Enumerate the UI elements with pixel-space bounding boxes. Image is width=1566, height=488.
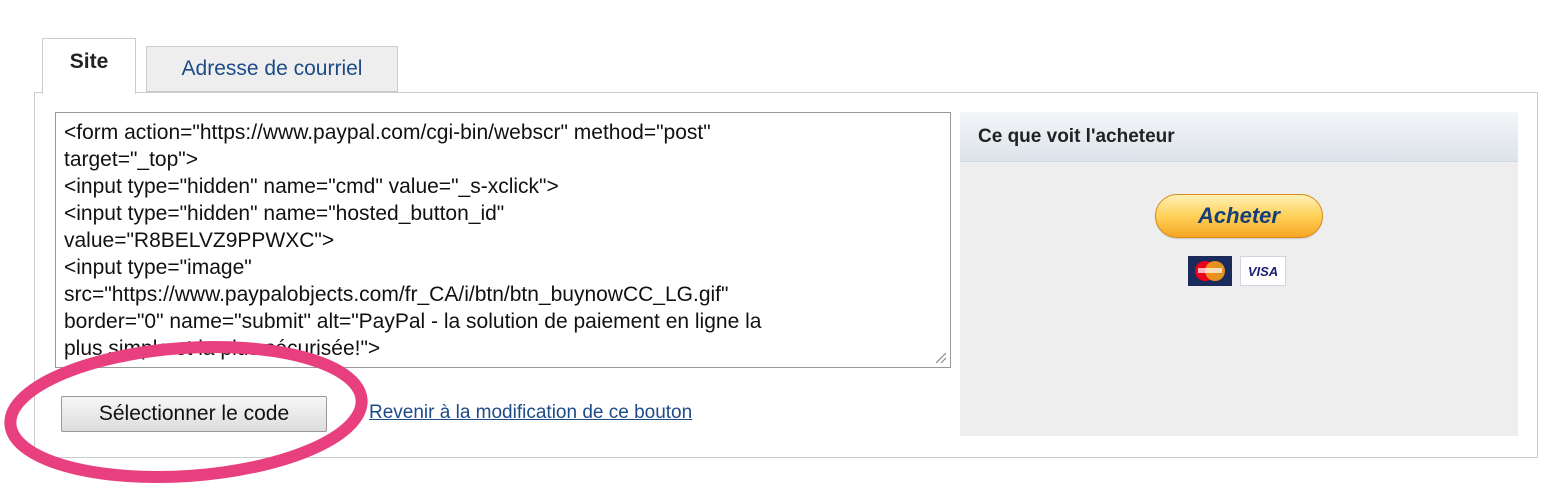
back-to-edit-link[interactable]: Revenir à la modification de ce bouton bbox=[369, 402, 692, 424]
card-logos: VISA bbox=[1188, 256, 1286, 286]
resize-grip-icon[interactable] bbox=[933, 350, 947, 364]
code-textarea[interactable]: <form action="https://www.paypal.com/cgi… bbox=[55, 112, 951, 368]
code-line: src="https://www.paypalobjects.com/fr_CA… bbox=[64, 283, 729, 306]
code-line: <input type="hidden" name="cmd" value="_… bbox=[64, 175, 559, 198]
tab-email-address[interactable]: Adresse de courriel bbox=[146, 46, 398, 92]
tab-site[interactable]: Site bbox=[42, 38, 136, 94]
code-line: <form action="https://www.paypal.com/cgi… bbox=[64, 121, 711, 144]
preview-title: Ce que voit l'acheteur bbox=[960, 112, 1518, 162]
code-line: target="_top"> bbox=[64, 148, 199, 171]
code-line: value="R8BELVZ9PPWXC"> bbox=[64, 229, 335, 252]
mastercard-icon bbox=[1188, 256, 1232, 286]
buyer-preview-box: Ce que voit l'acheteur Acheter VISA bbox=[960, 112, 1518, 436]
buy-now-button[interactable]: Acheter bbox=[1155, 194, 1323, 238]
code-line: <input type="image" bbox=[64, 256, 252, 279]
code-line: plus simple et la plus sécurisée!"> bbox=[64, 337, 381, 360]
visa-icon: VISA bbox=[1240, 256, 1286, 286]
select-code-button[interactable]: Sélectionner le code bbox=[61, 396, 327, 432]
paypal-button-code-screen: Site Adresse de courriel <form action="h… bbox=[0, 0, 1566, 488]
code-line: border="0" name="submit" alt="PayPal - l… bbox=[64, 310, 762, 333]
code-line: <input type="hidden" name="hosted_button… bbox=[64, 202, 505, 225]
